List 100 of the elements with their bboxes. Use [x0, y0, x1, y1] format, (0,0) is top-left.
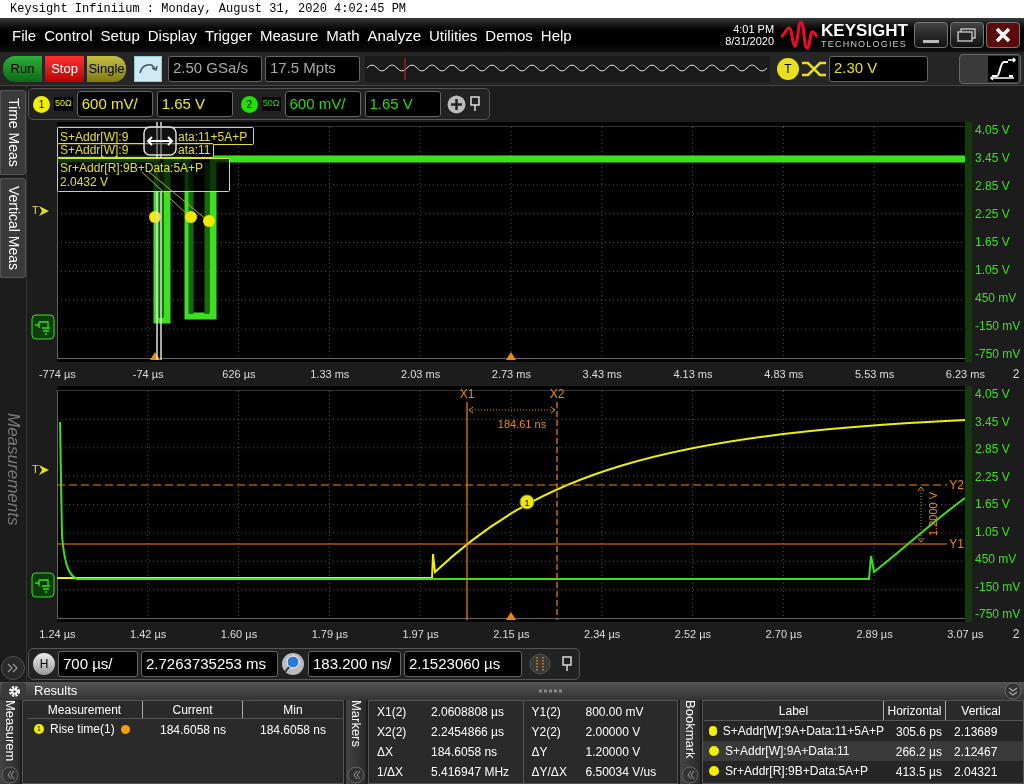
menu-item[interactable]: Control: [40, 27, 97, 43]
channel-badge[interactable]: 2: [240, 95, 258, 113]
table-row[interactable]: S+Addr[W]:9A+Data:11+5A+P 305.6 ps 2.13689: [703, 721, 1023, 741]
bookmark-dot[interactable]: [149, 211, 161, 223]
close-button[interactable]: [986, 22, 1020, 48]
marker-value: 800.00 mV: [585, 704, 644, 721]
time-scale-field[interactable]: 700 µs/: [58, 651, 138, 677]
side-tab[interactable]: Time Meas: [0, 90, 26, 175]
bookmark-dot[interactable]: [203, 215, 215, 227]
cursor-line[interactable]: [57, 484, 948, 486]
restore-icon: [957, 28, 977, 42]
menu-item[interactable]: Demos: [481, 27, 537, 43]
gear-icon: [7, 684, 21, 698]
column-header[interactable]: Measurement: [27, 701, 143, 718]
bookmark-dot[interactable]: [185, 211, 197, 223]
ground-reference-icon[interactable]: [31, 572, 55, 598]
channel-scale-field[interactable]: 600 mV/: [284, 91, 361, 117]
table-cell: 266.2 µs: [895, 745, 942, 759]
channel-offset-field[interactable]: 1.65 V: [364, 91, 441, 117]
axis-label: 3.45 V: [975, 151, 1011, 165]
channel-badge[interactable]: 1: [33, 95, 50, 113]
table-row[interactable]: Sr+Addr[R]:9B+Data:5A+P 413.5 µs 2.04321: [703, 761, 1023, 781]
marker-value: 1.20000 V: [585, 744, 641, 761]
axis-label: 3.43 ms: [582, 366, 622, 382]
marker-label: ΔY/ΔX: [531, 764, 568, 781]
column-header[interactable]: Min: [243, 701, 343, 718]
time-reference-icon: [150, 352, 160, 360]
table-cell-text: S+Addr[W]:9A+Data:11: [725, 743, 850, 760]
axis-label: 2.89 µs: [856, 626, 893, 642]
table-cell: 413.5 µs: [895, 765, 942, 779]
zoom-scale-field[interactable]: 183.200 ns/: [308, 651, 401, 677]
clock-date: 8/31/2020: [725, 35, 775, 47]
menu-item[interactable]: Math: [322, 27, 364, 43]
collapse-icon[interactable]: [347, 766, 365, 784]
column-header[interactable]: Horizontal: [884, 701, 946, 720]
run-button[interactable]: Run: [3, 55, 42, 82]
collapse-icon[interactable]: [1, 766, 19, 784]
marker-arrow-icon: [38, 464, 49, 475]
delta-arrow: [917, 486, 925, 543]
trigger-level-marker: T: [32, 464, 39, 475]
trigger-level-field[interactable]: 2.30 V: [829, 55, 928, 82]
menu-item[interactable]: Help: [536, 27, 576, 43]
horizontal-badge[interactable]: H: [33, 653, 55, 675]
table-row[interactable]: S+Addr[W]:9A+Data:11 266.2 µs 2.12467: [703, 741, 1023, 761]
side-tab[interactable]: Vertical Meas: [0, 178, 26, 278]
cursor-line[interactable]: [556, 401, 558, 621]
axis-label: 4.13 ms: [673, 366, 713, 382]
impedance-badge: 50Ω: [54, 97, 73, 111]
close-icon: [995, 27, 1011, 43]
table-cell: 2.12467: [954, 745, 998, 759]
axis-label: 2.85 V: [975, 442, 1011, 456]
pin-icon[interactable]: [469, 96, 480, 112]
collapse-icon[interactable]: [1004, 682, 1022, 700]
memory-depth-field[interactable]: 17.5 Mpts: [265, 55, 360, 82]
marker-label: ΔX: [377, 744, 395, 761]
settings-button[interactable]: [2, 683, 26, 699]
axis-label: 450 mV: [975, 291, 1018, 305]
menu-item[interactable]: Analyze: [363, 27, 425, 43]
axis-label: 2.25 V: [975, 207, 1011, 221]
column-header[interactable]: Current: [143, 701, 243, 718]
minimize-button[interactable]: [914, 22, 948, 48]
axis-label: 1.97 µs: [402, 626, 439, 642]
sample-rate-field[interactable]: 2.50 GSa/s: [168, 55, 262, 82]
menu-item[interactable]: File: [8, 27, 41, 43]
bookmark-callout[interactable]: [57, 158, 230, 192]
axis-label: 2.73 ms: [491, 366, 531, 382]
stop-button[interactable]: Stop: [45, 55, 84, 82]
restore-button[interactable]: [950, 22, 984, 48]
waveform-tool-button[interactable]: [959, 53, 1021, 84]
axis-label: 2.52 µs: [674, 626, 712, 642]
cursor-label: Y1: [949, 537, 964, 551]
resize-grip-icon[interactable]: [538, 689, 565, 693]
zoom-icon[interactable]: [281, 652, 305, 676]
menu-item[interactable]: Display: [143, 27, 201, 43]
time-position-field[interactable]: 2.7263735253 ms: [141, 651, 278, 677]
ground-reference-icon[interactable]: [31, 314, 55, 340]
trigger-badge[interactable]: T: [777, 57, 799, 80]
autoscale-button[interactable]: [134, 55, 162, 82]
menu-item[interactable]: Utilities: [425, 27, 482, 43]
bookmark-callout[interactable]: [57, 143, 214, 158]
trigger-level-marker: T: [32, 205, 39, 216]
single-button[interactable]: Single: [87, 55, 126, 82]
channel-scale-field[interactable]: 600 mV/: [76, 91, 153, 117]
menu-item[interactable]: Measure: [255, 27, 323, 43]
bookmark-text: S+Addr[W]:9: [60, 143, 129, 157]
table-cell: 305.6 ps: [895, 725, 942, 739]
navigation-icon[interactable]: [529, 653, 551, 675]
expand-button[interactable]: [1, 656, 25, 680]
collapse-icon[interactable]: [681, 766, 699, 784]
column-header[interactable]: Vertical: [946, 701, 1016, 720]
add-icon[interactable]: [446, 94, 466, 114]
menu-item[interactable]: Trigger: [200, 27, 256, 43]
axis-label: 4.83 ms: [764, 366, 804, 382]
menu-item[interactable]: Setup: [96, 27, 144, 43]
column-header[interactable]: Label: [704, 701, 884, 720]
pin-icon[interactable]: [562, 656, 572, 672]
wave-logo-icon: [780, 20, 819, 50]
zoom-position-field[interactable]: 2.1523060 µs: [404, 651, 522, 677]
axis-label: 1.60 µs: [220, 626, 258, 642]
channel-offset-field[interactable]: 1.65 V: [156, 91, 233, 117]
